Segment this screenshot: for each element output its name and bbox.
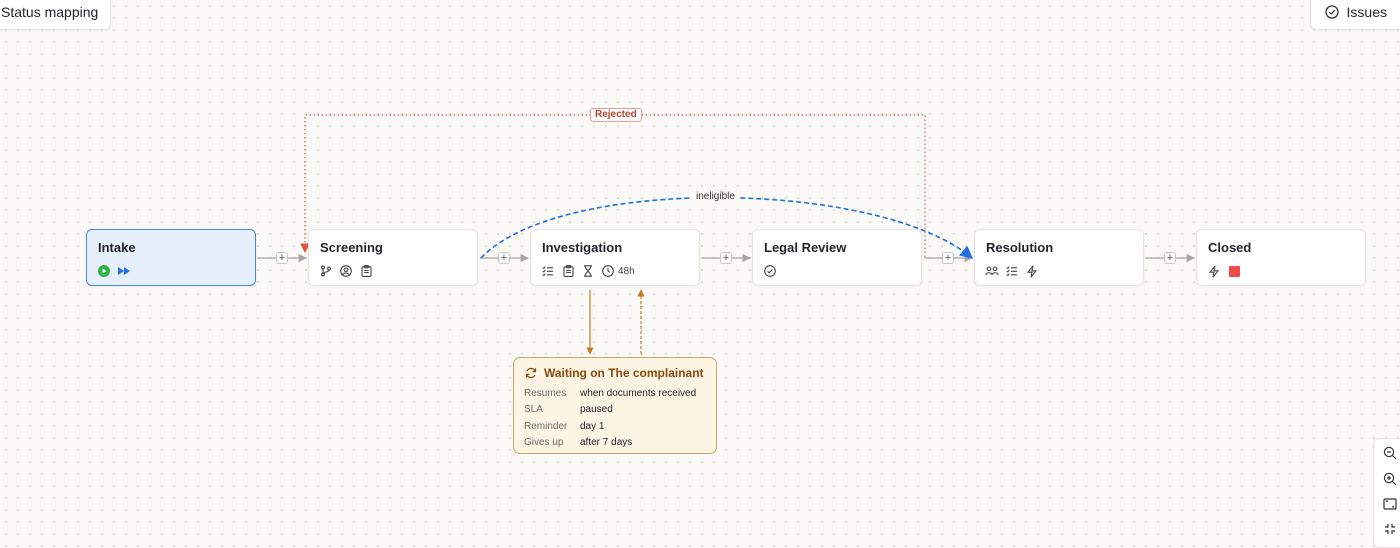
refresh-icon <box>524 366 538 380</box>
collapse-icon[interactable] <box>1382 521 1398 537</box>
checklist-icon <box>1005 264 1019 278</box>
detail-value: when documents received <box>580 387 697 399</box>
play-icon <box>97 264 111 278</box>
bolt-icon <box>1025 264 1039 278</box>
zoom-out-icon[interactable] <box>1382 445 1398 461</box>
node-closed[interactable]: Closed <box>1196 229 1366 286</box>
clipboard-icon <box>359 264 373 278</box>
fit-view-icon[interactable] <box>1382 496 1398 512</box>
detail-value: after 7 days <box>580 437 633 449</box>
ineligible-label[interactable]: ineligible <box>692 191 739 203</box>
node-screening[interactable]: Screening <box>308 229 478 286</box>
node-investigation[interactable]: Investigation 48h <box>530 229 700 286</box>
detail-key: SLA <box>524 404 543 416</box>
duration-label: 48h <box>618 265 635 277</box>
node-title: Screening <box>320 240 383 255</box>
fast-forward-icon <box>117 264 131 278</box>
rejected-label[interactable]: Rejected <box>590 108 642 122</box>
waiting-title: Waiting on The complainant <box>544 366 704 380</box>
clock-icon <box>601 264 615 278</box>
detail-value: paused <box>580 404 613 416</box>
add-step-button[interactable]: + <box>1164 252 1176 264</box>
add-step-button[interactable]: + <box>276 252 288 264</box>
node-title: Resolution <box>986 240 1054 255</box>
node-title: Closed <box>1208 240 1252 255</box>
detail-key: Resumes <box>524 387 567 399</box>
node-resolution[interactable]: Resolution <box>974 229 1144 286</box>
bolt-icon <box>1207 264 1221 278</box>
node-legal-review[interactable]: Legal Review <box>752 229 922 286</box>
checklist-icon <box>541 264 555 278</box>
detail-key: Reminder <box>524 420 568 432</box>
user-circle-icon <box>339 264 353 278</box>
node-title: Intake <box>98 240 136 255</box>
zoom-in-icon[interactable] <box>1382 471 1398 487</box>
waiting-details: Resumes when documents received SLA paused… <box>524 385 696 451</box>
zoom-controls <box>1373 438 1400 548</box>
add-step-button[interactable]: + <box>498 252 510 264</box>
node-title: Investigation <box>542 240 623 255</box>
clipboard-icon <box>561 264 575 278</box>
waiting-card[interactable]: Waiting on The complainant Resumes when d… <box>513 357 717 454</box>
add-step-button[interactable]: + <box>720 252 732 264</box>
branch-icon <box>319 264 333 278</box>
check-circle-icon <box>763 264 777 278</box>
detail-value: day 1 <box>580 420 605 432</box>
add-step-button[interactable]: + <box>942 252 954 264</box>
users-icon <box>985 264 999 278</box>
stop-icon <box>1227 264 1241 278</box>
hourglass-icon <box>581 264 595 278</box>
detail-key: Gives up <box>524 437 564 449</box>
node-intake[interactable]: Intake <box>86 229 256 286</box>
node-title: Legal Review <box>764 240 847 255</box>
